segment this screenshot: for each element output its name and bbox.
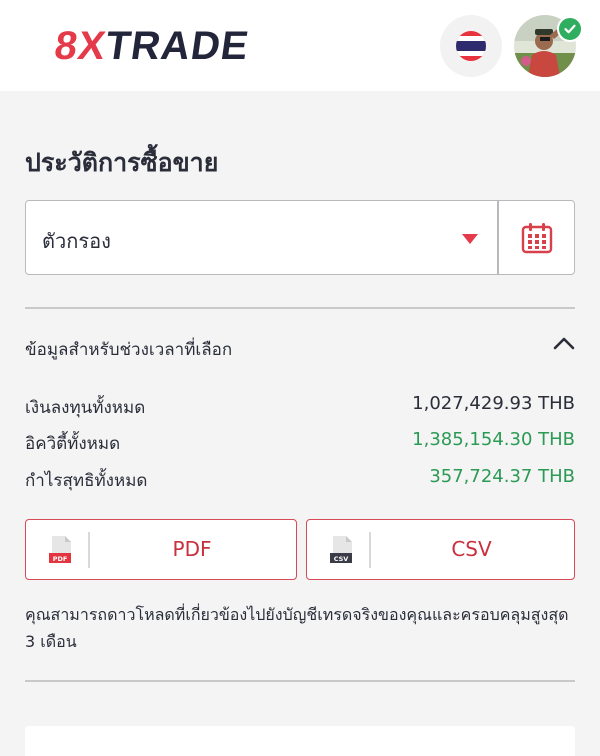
page-title: ประวัติการซื้อขาย	[25, 148, 219, 177]
net-profit-value: 357,724.37 THB	[429, 466, 575, 487]
trade-history-card	[25, 726, 575, 756]
verified-badge-icon	[557, 16, 583, 42]
logo-part-1: 8X	[51, 24, 110, 68]
calendar-button[interactable]	[498, 200, 575, 275]
filter-label: ตัวกรอง	[42, 229, 111, 253]
caret-down-icon	[462, 234, 478, 244]
divider	[25, 307, 575, 309]
app-header: 8XTRADE	[0, 0, 600, 91]
language-button[interactable]	[440, 15, 502, 77]
csv-label: CSV	[451, 537, 492, 561]
pdf-file-icon: PDF	[49, 536, 73, 569]
logo-part-2: TRADE	[102, 24, 252, 68]
thai-flag-icon	[456, 31, 486, 61]
filter-dropdown[interactable]: ตัวกรอง	[25, 200, 498, 275]
total-equity-value: 1,385,154.30 THB	[412, 429, 575, 450]
total-investment-label: เงินลงทุนทั้งหมด	[25, 398, 146, 418]
divider	[25, 680, 575, 682]
download-pdf-button[interactable]: PDF PDF	[25, 519, 297, 580]
pdf-icon-text: PDF	[53, 555, 68, 563]
download-note: คุณสามารถดาวโหลดที่เกี่ยวข้องไปยังบัญชีเ…	[25, 605, 569, 651]
csv-file-icon: CSV	[330, 536, 354, 569]
chevron-up-icon[interactable]	[552, 335, 576, 355]
net-profit-label: กำไรสุทธิทั้งหมด	[25, 471, 148, 491]
pdf-label: PDF	[172, 537, 212, 561]
total-investment-value: 1,027,429.93 THB	[412, 393, 575, 414]
total-equity-label: อิควิตี้ทั้งหมด	[25, 434, 121, 454]
calendar-icon	[521, 222, 552, 253]
logo[interactable]: 8XTRADE	[52, 24, 252, 68]
summary-title: ข้อมูลสำหรับช่วงเวลาที่เลือก	[25, 340, 233, 360]
csv-icon-text: CSV	[334, 555, 349, 563]
download-csv-button[interactable]: CSV CSV	[306, 519, 575, 580]
